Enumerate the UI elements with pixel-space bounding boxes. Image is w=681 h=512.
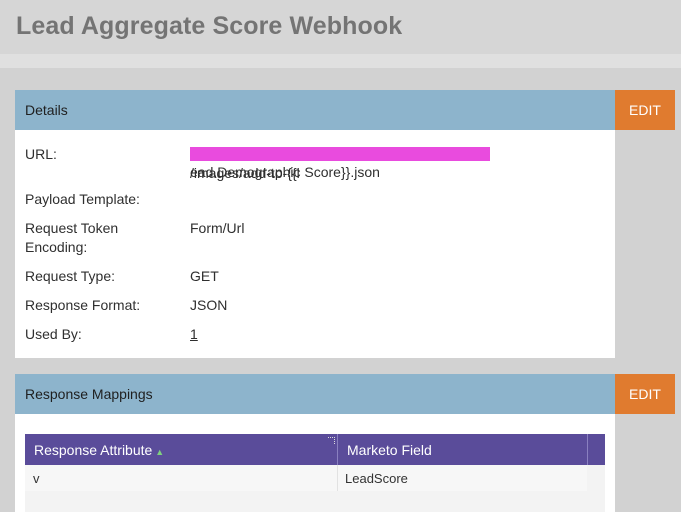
- used-by-link[interactable]: 1: [190, 326, 198, 342]
- url-label: URL:: [25, 146, 57, 162]
- used-by-label: Used By:: [25, 326, 82, 342]
- column-divider: [587, 434, 588, 465]
- request-type-value: GET: [190, 268, 219, 284]
- column-divider: [337, 434, 338, 465]
- details-panel: Details URL: /images/add-to-{{l ead.Demo…: [15, 90, 615, 358]
- response-mappings-header: Response Mappings: [15, 374, 615, 414]
- encoding-label-line1: Request Token: [25, 220, 119, 236]
- cell-marketo-field: LeadScore: [345, 471, 408, 486]
- url-value-line2: ead.Demographic Score}}.json: [190, 164, 380, 180]
- sort-ascending-icon: ▲: [155, 447, 165, 457]
- table-row[interactable]: v LeadScore: [25, 465, 587, 491]
- page-title: Lead Aggregate Score Webhook: [16, 12, 403, 40]
- grid-header: Response Attribute ▲ Marketo Field: [25, 434, 605, 465]
- response-format-label: Response Format:: [25, 297, 141, 313]
- title-divider: [0, 54, 681, 68]
- cell-divider: [337, 465, 338, 491]
- redacted-block: [190, 147, 490, 162]
- column-header-response-attribute[interactable]: Response Attribute ▲: [34, 442, 164, 458]
- encoding-label: Request Token Encoding:: [25, 219, 185, 257]
- payload-label: Payload Template:: [25, 191, 140, 207]
- title-bar: Lead Aggregate Score Webhook: [0, 0, 681, 54]
- cell-response-attribute: v: [33, 471, 40, 486]
- response-mappings-panel: Response Mappings Response Attribute ▲ Ma…: [15, 374, 615, 512]
- encoding-label-line2: Encoding:: [25, 239, 88, 255]
- request-type-label: Request Type:: [25, 268, 116, 284]
- column-resize-handle[interactable]: [328, 437, 335, 444]
- response-format-value: JSON: [190, 297, 228, 313]
- encoding-value: Form/Url: [190, 220, 245, 236]
- column-header-marketo-field[interactable]: Marketo Field: [347, 442, 432, 458]
- details-edit-button[interactable]: EDIT: [615, 90, 675, 130]
- details-header: Details: [15, 90, 615, 130]
- response-mappings-edit-button[interactable]: EDIT: [615, 374, 675, 414]
- mappings-grid: Response Attribute ▲ Marketo Field v Lead…: [25, 434, 605, 512]
